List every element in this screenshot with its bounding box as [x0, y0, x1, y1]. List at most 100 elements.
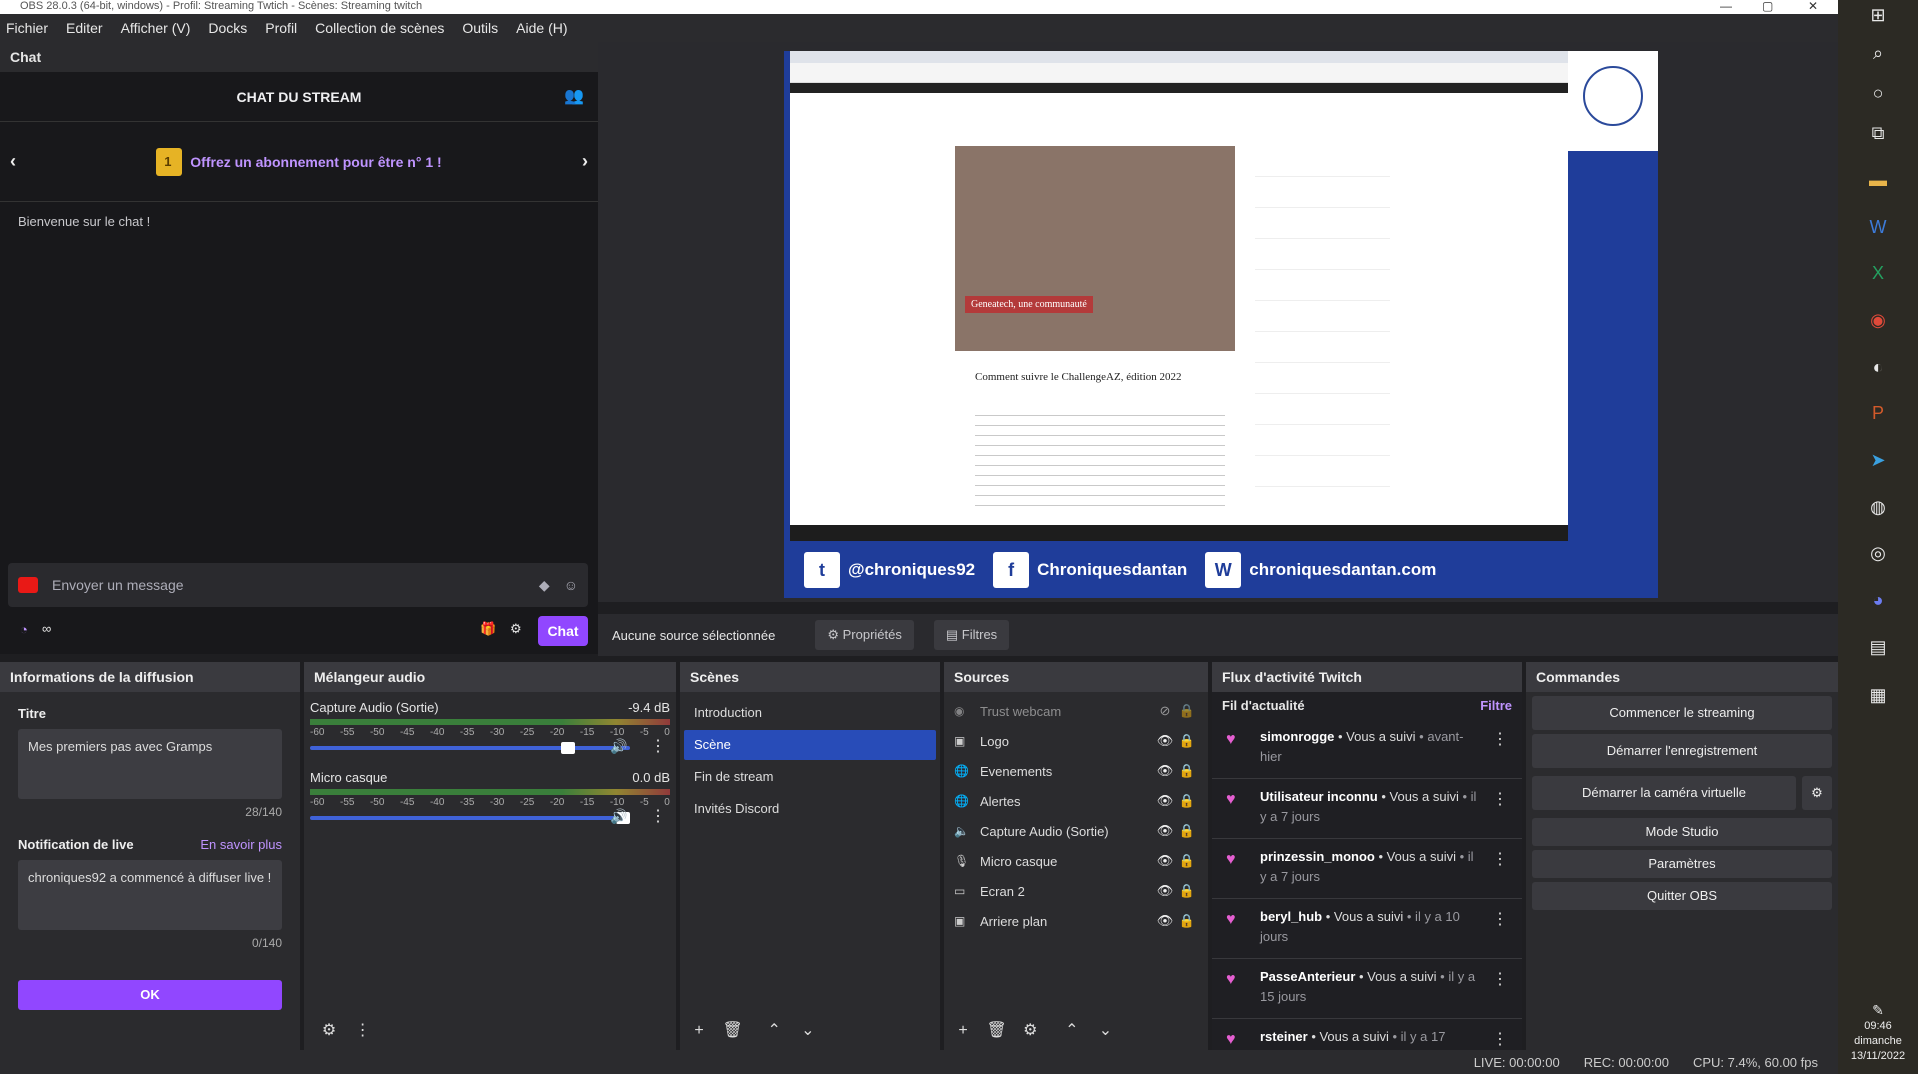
kebab-icon[interactable]: ⋮	[650, 736, 666, 756]
stream-preview[interactable]: Geneatech, une communauté Comment suivre…	[784, 51, 1658, 598]
kebab-icon[interactable]: ⋮	[1492, 849, 1508, 869]
app-icon[interactable]: ◐	[1860, 352, 1896, 382]
move-down-icon[interactable]: ⌄	[1091, 1016, 1121, 1046]
windows-start-icon[interactable]: ⊞	[1860, 0, 1896, 30]
ok-button[interactable]: OK	[18, 980, 282, 1010]
kebab-icon[interactable]: ⋮	[1492, 909, 1508, 929]
move-up-icon[interactable]: ⌃	[1057, 1016, 1087, 1046]
kebab-icon[interactable]: ⋮	[1492, 969, 1508, 989]
bits-icon[interactable]: ◆	[539, 577, 550, 594]
eye-icon[interactable]: 👁	[1154, 913, 1176, 929]
move-up-icon[interactable]: ⌃	[759, 1016, 789, 1046]
lock-icon[interactable]: 🔒	[1176, 913, 1198, 929]
eye-icon[interactable]: 👁	[1154, 883, 1176, 899]
properties-button[interactable]: ⚙ Propriétés	[815, 620, 914, 650]
minimize-icon[interactable]: —	[1720, 0, 1732, 13]
kebab-icon[interactable]: ⋮	[1492, 789, 1508, 809]
start-streaming-button[interactable]: Commencer le streaming	[1532, 696, 1832, 730]
menu-collection-scenes[interactable]: Collection de scènes	[315, 20, 444, 36]
lock-icon[interactable]: 🔒	[1176, 793, 1198, 809]
add-icon[interactable]: +	[684, 1016, 714, 1046]
chat-send-button[interactable]: Chat	[538, 616, 588, 646]
lock-icon[interactable]: 🔒	[1176, 763, 1198, 779]
learn-more-link[interactable]: En savoir plus	[200, 837, 282, 852]
lock-icon[interactable]: 🔒	[1176, 883, 1198, 899]
stream-title-input[interactable]: Mes premiers pas avec Gramps	[18, 729, 282, 799]
eye-icon[interactable]: 👁	[1154, 793, 1176, 809]
source-item[interactable]: 🌐 Alertes 👁 🔒	[944, 786, 1208, 816]
timer-icon[interactable]: ◔	[20, 622, 28, 637]
studio-mode-button[interactable]: Mode Studio	[1532, 818, 1832, 846]
move-down-icon[interactable]: ⌄	[793, 1016, 823, 1046]
emote-icon[interactable]: ☺	[564, 577, 578, 593]
eye-hidden-icon[interactable]: ⊘	[1154, 703, 1176, 719]
source-item[interactable]: 🎙 Micro casque 👁 🔒	[944, 846, 1208, 876]
file-explorer-icon[interactable]: ▬	[1860, 165, 1896, 195]
trash-icon[interactable]: 🗑	[982, 1016, 1012, 1046]
excel-icon[interactable]: X	[1860, 258, 1896, 288]
menu-outils[interactable]: Outils	[462, 20, 498, 36]
filter-link[interactable]: Filtre	[1480, 698, 1512, 713]
settings-button[interactable]: Paramètres	[1532, 850, 1832, 878]
add-icon[interactable]: +	[948, 1016, 978, 1046]
volume-slider[interactable]	[310, 742, 630, 754]
lock-icon[interactable]: 🔒	[1176, 733, 1198, 749]
menu-aide[interactable]: Aide (H)	[516, 20, 567, 36]
menu-fichier[interactable]: Fichier	[6, 20, 48, 36]
scene-item[interactable]: Introduction	[684, 698, 936, 728]
maximize-icon[interactable]: ▢	[1762, 0, 1773, 13]
kebab-icon[interactable]: ⋮	[1492, 1029, 1508, 1049]
mixer-menu-icon[interactable]: ⋮	[348, 1016, 378, 1046]
notification-input[interactable]: chroniques92 a commencé à diffuser live …	[18, 860, 282, 930]
discord-icon[interactable]: ◕	[1860, 585, 1896, 615]
volume-knob[interactable]	[560, 742, 575, 754]
menu-afficher[interactable]: Afficher (V)	[121, 20, 191, 36]
lock-icon[interactable]: 🔒	[1176, 703, 1198, 719]
eye-icon[interactable]: 👁	[1154, 823, 1176, 839]
app-icon[interactable]: ▦	[1860, 680, 1896, 710]
chevron-right-icon[interactable]: ›	[582, 151, 588, 172]
menu-editer[interactable]: Editer	[66, 20, 103, 36]
lock-icon[interactable]: 🔒	[1176, 823, 1198, 839]
gear-icon[interactable]: ⚙	[1015, 1016, 1045, 1046]
obs-icon[interactable]: ◎	[1860, 538, 1896, 568]
scene-item[interactable]: Invités Discord	[684, 794, 936, 824]
powerpoint-icon[interactable]: P	[1860, 398, 1896, 428]
task-view-icon[interactable]: ⧉	[1860, 118, 1896, 148]
close-icon[interactable]: ✕	[1808, 0, 1818, 13]
search-icon[interactable]: ⌕	[1860, 38, 1896, 68]
menu-profil[interactable]: Profil	[265, 20, 297, 36]
start-virtual-camera-button[interactable]: Démarrer la caméra virtuelle	[1532, 776, 1796, 810]
chrome-icon[interactable]: ◉	[1860, 305, 1896, 335]
gear-icon[interactable]: ⚙	[1802, 776, 1832, 810]
eye-icon[interactable]: 👁	[1154, 733, 1176, 749]
chat-message-input[interactable]: Envoyer un message ◆ ☺	[8, 563, 588, 607]
filters-button[interactable]: ▤ Filtres	[933, 620, 1010, 650]
users-icon[interactable]: 👥	[564, 72, 584, 122]
system-clock[interactable]: 09:46 dimanche 13/11/2022	[1838, 1019, 1918, 1064]
start-recording-button[interactable]: Démarrer l'enregistrement	[1532, 734, 1832, 768]
kebab-icon[interactable]: ⋮	[1492, 729, 1508, 749]
source-item[interactable]: ▣ Logo 👁 🔒	[944, 726, 1208, 756]
lock-icon[interactable]: 🔒	[1176, 853, 1198, 869]
source-item[interactable]: 🔈 Capture Audio (Sortie) 👁 🔒	[944, 816, 1208, 846]
sub-banner[interactable]: ‹ Offrez un abonnement pour être n° 1 ! …	[0, 122, 598, 202]
trash-icon[interactable]: 🗑	[718, 1016, 748, 1046]
source-item[interactable]: ◉ Trust webcam ⊘ 🔒	[944, 696, 1208, 726]
speaker-icon[interactable]: 🔊	[610, 808, 627, 825]
app-icon[interactable]: ◍	[1860, 492, 1896, 522]
source-item[interactable]: ▭ Ecran 2 👁 🔒	[944, 876, 1208, 906]
scene-item-selected[interactable]: Scène	[684, 730, 936, 760]
source-item[interactable]: ▣ Arriere plan 👁 🔒	[944, 906, 1208, 936]
kebab-icon[interactable]: ⋮	[650, 806, 666, 826]
menu-docks[interactable]: Docks	[208, 20, 247, 36]
word-icon[interactable]: W	[1860, 212, 1896, 242]
speaker-icon[interactable]: 🔊	[610, 738, 627, 755]
cortana-icon[interactable]: ○	[1860, 78, 1896, 108]
quit-obs-button[interactable]: Quitter OBS	[1532, 882, 1832, 910]
advanced-audio-icon[interactable]: ⚙	[314, 1016, 344, 1046]
rewards-icon[interactable]: 🎁	[480, 621, 496, 637]
chevron-left-icon[interactable]: ‹	[10, 151, 16, 172]
app-icon[interactable]: ▤	[1860, 632, 1896, 662]
scene-item[interactable]: Fin de stream	[684, 762, 936, 792]
